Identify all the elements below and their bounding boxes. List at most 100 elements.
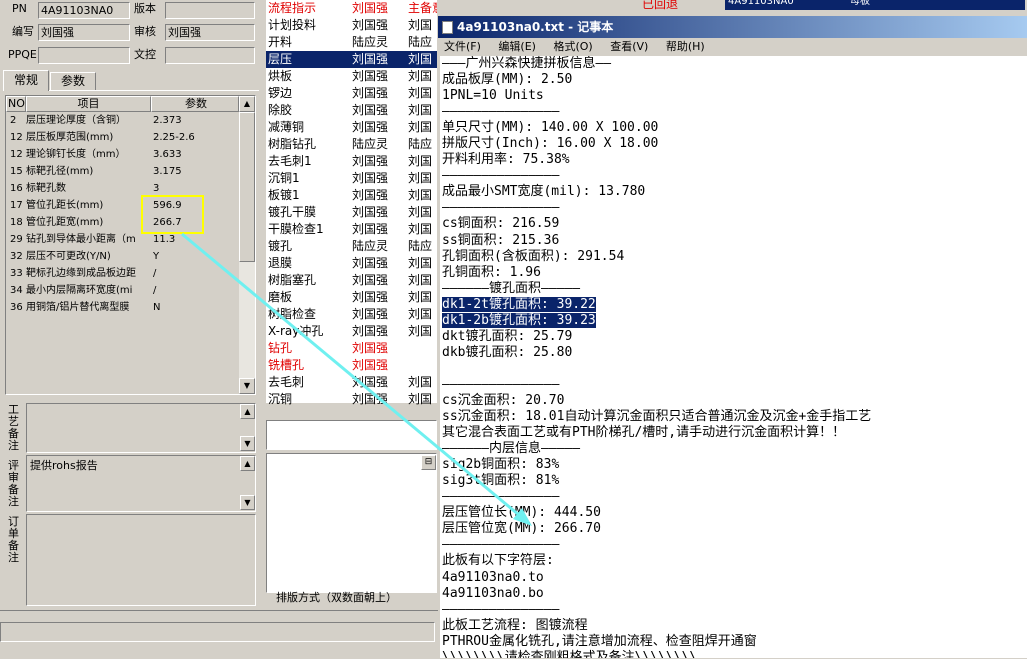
text-line: 此板有以下字符层: — [442, 553, 1027, 569]
menu-format[interactable]: 格式(O) — [553, 40, 592, 53]
cell-no: 15 — [10, 166, 23, 177]
list-cell: 陆应 — [408, 137, 433, 151]
list-cell: 刘国强 — [352, 103, 389, 117]
col-no-header[interactable]: NO — [6, 96, 26, 112]
review-scroll-up-icon[interactable]: ▲ — [240, 456, 255, 471]
list-cell: 刘国强 — [352, 18, 389, 32]
table-row[interactable]: 33 靶标孔边缘到成品板边距 / — [6, 265, 255, 282]
scroll-thumb[interactable] — [239, 112, 255, 262]
mid-lower-scroll-icon[interactable]: ⊟ — [421, 455, 436, 470]
table-row[interactable]: 12 理论铆钉长度（mm） 3.633 — [6, 146, 255, 163]
text-line: 成品最小SMT宽度(mil): 13.780 — [442, 184, 1027, 200]
list-item[interactable]: 锣边 刘国强 刘国 — [266, 85, 437, 102]
order-notes-field[interactable] — [26, 514, 256, 606]
list-item[interactable]: 层压 刘国强 刘国 — [266, 51, 437, 68]
table-row[interactable]: 15 标靶孔径(mm) 3.175 — [6, 163, 255, 180]
table-row[interactable]: 34 最小内层隔离环宽度(mi / — [6, 282, 255, 299]
list-item[interactable]: 去毛刺1 刘国强 刘国 — [266, 153, 437, 170]
text-line-content: dkt镀孔面积: 25.79 — [442, 328, 573, 344]
text-line-content: cs铜面积: 216.59 — [442, 216, 560, 232]
list-item[interactable]: 减薄铜 刘国强 刘国 — [266, 119, 437, 136]
process-list: 流程指示刘国强主备意计划投料刘国强刘国开料陆应灵陆应层压刘国强刘国烘板刘国强刘国… — [266, 0, 437, 406]
list-item[interactable]: 树脂塞孔 刘国强 刘国 — [266, 272, 437, 289]
reviewer-label: 审核 — [134, 25, 156, 38]
text-line: cs沉金面积: 20.70 — [442, 393, 1027, 409]
version-field[interactable] — [165, 2, 255, 19]
table-row[interactable]: 36 用铜箔/铝片替代离型膜 N — [6, 299, 255, 316]
notepad-title: 4a91103na0.txt - 记事本 — [457, 20, 614, 34]
table-row[interactable]: 32 层压不可更改(Y/N) Y — [6, 248, 255, 265]
tab-general[interactable]: 常规 — [3, 70, 49, 91]
list-cell: 刘国 — [408, 103, 433, 117]
menu-help[interactable]: 帮助(H) — [666, 40, 705, 53]
list-item[interactable]: 树脂检查 刘国强 刘国 — [266, 306, 437, 323]
list-cell: X-ray冲孔 — [268, 324, 324, 338]
cell-no: 18 — [10, 217, 23, 228]
col-val-header[interactable]: 参数 — [151, 96, 239, 112]
cell-item: 标靶孔数 — [26, 183, 66, 194]
process-scroll-up-icon[interactable]: ▲ — [240, 404, 255, 419]
notepad-title-bar[interactable]: 4a91103na0.txt - 记事本 — [438, 16, 1027, 38]
list-item[interactable]: 除胶 刘国强 刘国 — [266, 102, 437, 119]
order-notes-label: 订单备注 — [8, 515, 19, 564]
list-item[interactable]: 去毛刺 刘国强 刘国 — [266, 374, 437, 391]
menu-view[interactable]: 查看(V) — [610, 40, 648, 53]
list-item[interactable]: 镀孔 陆应灵 陆应 — [266, 238, 437, 255]
list-item[interactable]: 沉铜 刘国强 刘国 — [266, 391, 437, 408]
table-row[interactable]: 12 层压板厚范围(mm) 2.25-2.6 — [6, 129, 255, 146]
list-cell: 刘国强 — [352, 222, 389, 236]
table-row[interactable]: 18 管位孔距宽(mm) 266.7 — [6, 214, 255, 231]
col-item-header[interactable]: 项目 — [26, 96, 151, 112]
grid-scrollbar[interactable]: ▲ ▼ — [239, 96, 255, 394]
list-item[interactable]: 镀孔干膜 刘国强 刘国 — [266, 204, 437, 221]
list-item[interactable]: 退膜 刘国强 刘国 — [266, 255, 437, 272]
table-row[interactable]: 16 标靶孔数 3 — [6, 180, 255, 197]
cell-item: 用铜箔/铝片替代离型膜 — [26, 302, 130, 313]
list-item[interactable]: 干膜检查1 刘国强 刘国 — [266, 221, 437, 238]
list-cell: 沉铜1 — [268, 171, 300, 185]
review-notes-field[interactable]: 提供rohs报告 — [26, 455, 256, 512]
menu-edit[interactable]: 编辑(E) — [498, 40, 536, 53]
list-item[interactable]: 计划投料 刘国强 刘国 — [266, 17, 437, 34]
reviewer-field[interactable]: 刘国强 — [165, 24, 255, 41]
ppqe-field[interactable] — [38, 47, 130, 64]
list-item[interactable]: 铣槽孔 刘国强 — [266, 357, 437, 374]
list-item[interactable]: 树脂钻孔 陆应灵 陆应 — [266, 136, 437, 153]
list-item[interactable]: 流程指示 刘国强 主备意 — [266, 0, 437, 17]
cell-item: 钻孔到导体最小距离（m — [26, 234, 136, 245]
process-scroll-down-icon[interactable]: ▼ — [240, 436, 255, 451]
author-field[interactable]: 刘国强 — [38, 24, 130, 41]
list-item[interactable]: 板镀1 刘国强 刘国 — [266, 187, 437, 204]
review-scroll-down-icon[interactable]: ▼ — [240, 495, 255, 510]
list-cell: 钻孔 — [268, 341, 293, 355]
cell-value: N — [153, 302, 161, 313]
table-row[interactable]: 29 钻孔到导体最小距离（m 11.3 — [6, 231, 255, 248]
list-item[interactable]: 沉铜1 刘国强 刘国 — [266, 170, 437, 187]
list-item[interactable]: 开料 陆应灵 陆应 — [266, 34, 437, 51]
table-row[interactable]: 17 管位孔距长(mm) 596.9 — [6, 197, 255, 214]
menu-file[interactable]: 文件(F) — [444, 40, 481, 53]
pn-label: PN — [12, 2, 27, 15]
list-item[interactable]: X-ray冲孔 刘国强 刘国 — [266, 323, 437, 340]
status-panel — [0, 622, 435, 642]
mid-input-field[interactable] — [266, 420, 437, 450]
tab-general-label: 常规 — [13, 73, 38, 87]
pn-field[interactable]: 4A91103NA0 — [38, 2, 130, 19]
notepad-text-area[interactable]: ———广州兴森快捷拼板信息—— 成品板厚(MM): 2.50 1PNL=10 Uni… — [440, 56, 1027, 658]
list-cell: 刘国强 — [352, 205, 389, 219]
doc-field[interactable] — [165, 47, 255, 64]
process-notes-field[interactable] — [26, 403, 256, 453]
cell-item: 理论铆钉长度（mm） — [26, 149, 126, 160]
review-notes-label: 评审备注 — [8, 459, 19, 508]
table-row[interactable]: 2 层压理论厚度（含铜） 2.373 — [6, 112, 255, 129]
text-line-content: ——————————————— — [442, 601, 560, 617]
scroll-down-arrow-icon[interactable]: ▼ — [239, 378, 255, 394]
list-item[interactable]: 钻孔 刘国强 — [266, 340, 437, 357]
list-cell: 去毛刺1 — [268, 154, 312, 168]
tab-params[interactable]: 参数 — [50, 72, 96, 91]
text-line: ——————————————— — [442, 377, 1027, 393]
scroll-up-arrow-icon[interactable]: ▲ — [239, 96, 255, 112]
list-item[interactable]: 磨板 刘国强 刘国 — [266, 289, 437, 306]
list-item[interactable]: 烘板 刘国强 刘国 — [266, 68, 437, 85]
list-cell: 刘国 — [408, 392, 433, 406]
